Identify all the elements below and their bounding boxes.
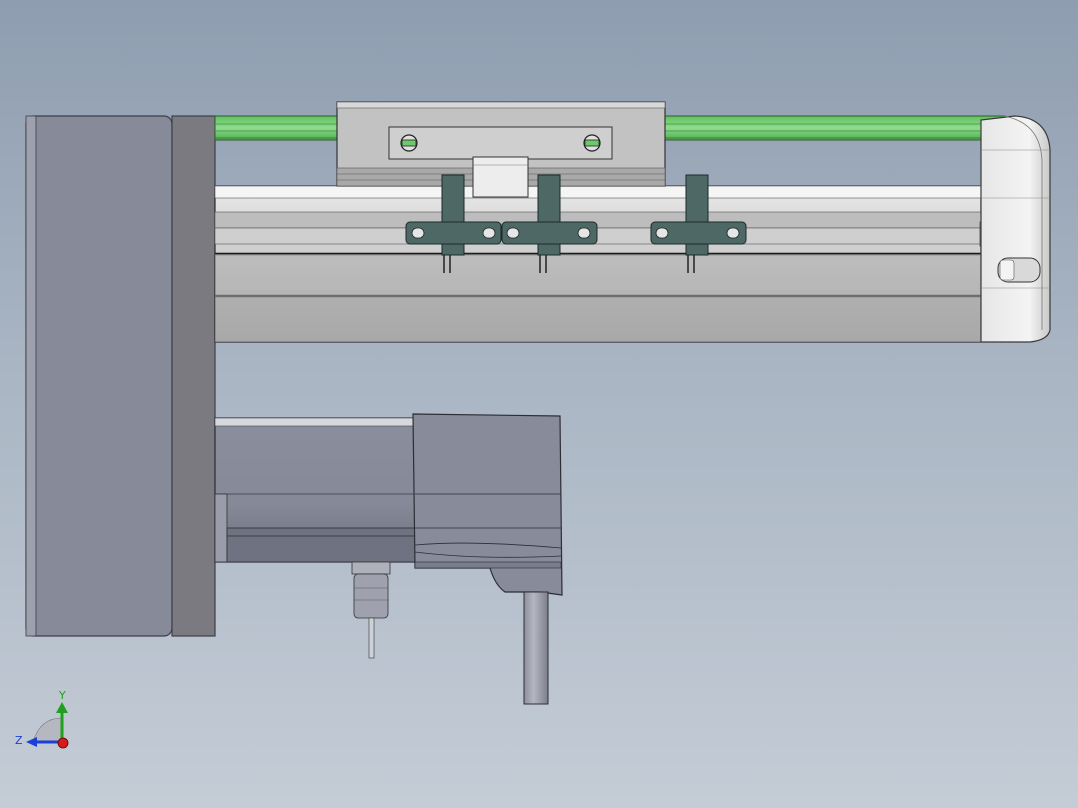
graphics-viewport[interactable]: Y Z: [0, 0, 1078, 808]
sensor-probe: [351, 561, 391, 659]
y-axis-label: Y: [58, 689, 66, 702]
output-shaft: [523, 591, 549, 705]
z-axis-label: Z: [15, 734, 23, 747]
screw-icon: [583, 134, 601, 152]
carriage[interactable]: [336, 101, 666, 198]
linear-rail: [214, 185, 1006, 343]
mounting-plate: [25, 115, 216, 637]
coordinate-triad: Y Z: [15, 689, 69, 749]
screw-icon: [400, 134, 418, 152]
cad-model-view[interactable]: Y Z: [0, 0, 1078, 808]
end-cap: [980, 115, 1051, 343]
x-axis-dot: [57, 737, 69, 749]
